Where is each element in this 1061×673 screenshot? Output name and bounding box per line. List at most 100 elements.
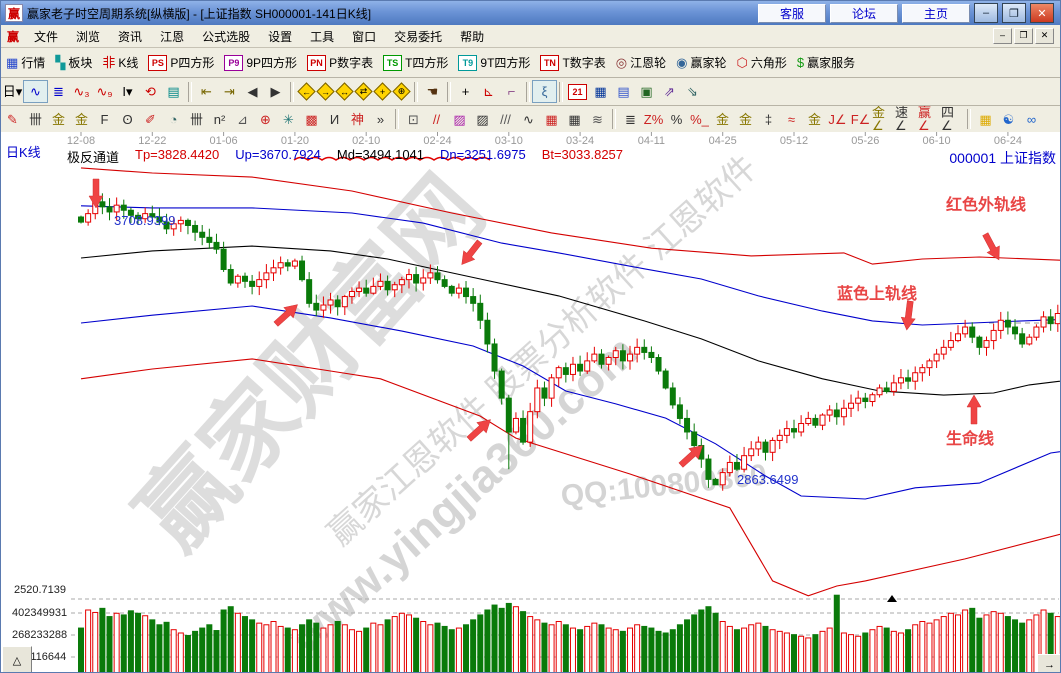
price-scale-icon[interactable]: ≣ [619,109,642,130]
speed-angle-icon[interactable]: 速∠ [895,109,918,130]
calendar-icon[interactable]: 21 [566,81,589,102]
spider-web-icon[interactable]: ▩ [300,109,323,130]
crosshair-icon[interactable]: + [454,81,477,102]
info-panel-icon[interactable]: ≣ [47,81,70,102]
maximize-button[interactable]: ❐ [1002,3,1026,23]
diamond-compress-icon[interactable]: ⇄ [354,82,373,101]
hand-drag-icon[interactable]: ☚ [421,81,444,102]
menu-item-公式选股[interactable]: 公式选股 [193,28,259,46]
diamond-scroll-left-icon[interactable]: ← [297,82,316,101]
four-angle-icon[interactable]: 四∠ [941,109,964,130]
winner-wheel-icon[interactable]: ◉赢家轮 [671,52,731,73]
menu-item-资讯[interactable]: 资讯 [109,28,151,46]
candle-style-dropdown[interactable]: I▾ [116,81,139,102]
mdi-restore-button[interactable]: ❐ [1014,28,1033,44]
wave-9-icon[interactable]: ∿₉ [93,81,116,102]
gold-comb2-icon[interactable]: 金 [70,109,93,130]
menu-item-帮助[interactable]: 帮助 [451,28,493,46]
gann-wheel-icon[interactable]: ◎江恩轮 [611,52,671,73]
sector-blocks-icon[interactable]: ▚板块 [50,52,97,73]
winner-service-icon[interactable]: $赢家服务 [792,52,860,73]
first-page-icon[interactable]: ⇤ [195,81,218,102]
percent-zone-icon[interactable]: Z% [642,109,665,130]
fan-grid2-icon[interactable]: ▨ [471,109,494,130]
zigzag-chart-icon[interactable]: ∿ [24,81,47,102]
more-tools-chevron[interactable]: » [369,109,392,130]
ninet-square-icon[interactable]: T99T四方形 [453,52,535,73]
hexagon-icon[interactable]: ⬡六角形 [732,52,792,73]
quotes-table-icon[interactable]: ▦行情 [1,52,50,73]
target-cross-icon[interactable]: ⊕ [254,109,277,130]
slant-lines-icon[interactable]: ≋ [586,109,609,130]
brain-analysis-icon[interactable]: ξ [533,81,556,102]
close-button[interactable]: ✕ [1030,3,1054,23]
angle-tool-icon[interactable]: ⊾ [477,81,500,102]
gold-lines-icon[interactable]: 金 [734,109,757,130]
t-number-table-icon[interactable]: TNT数字表 [535,52,610,73]
wave-3-icon[interactable]: ∿₃ [70,81,93,102]
wave-tool-icon[interactable]: ≈ [780,109,803,130]
fibo-comb-icon[interactable]: F [93,109,116,130]
scroll-right-button[interactable]: → [1037,654,1061,673]
starburst-icon[interactable]: ✳ [277,109,300,130]
zigzag-tool-icon[interactable]: ∿ [517,109,540,130]
percent-icon[interactable]: % [665,109,688,130]
menu-item-文件[interactable]: 文件 [25,28,67,46]
taiji-icon[interactable]: ☯ [997,109,1020,130]
gold-angle-icon[interactable]: 金∠ [872,109,895,130]
kline-period-dropdown[interactable]: 日▾ [1,81,24,102]
prev-page-icon[interactable]: ◀ [241,81,264,102]
menu-item-交易委托[interactable]: 交易委托 [385,28,451,46]
menu-item-浏览[interactable]: 浏览 [67,28,109,46]
t-square-icon[interactable]: TST四方形 [378,52,453,73]
kline-compare-icon[interactable]: И [323,109,346,130]
gann-comb-icon[interactable]: 卌 [24,109,47,130]
n-square-icon[interactable]: n² [208,109,231,130]
volume-panel-icon[interactable]: ▤ [162,81,185,102]
pennant-icon[interactable]: ⊿ [231,109,254,130]
grid-dark-icon[interactable]: ▦ [563,109,586,130]
export-image-icon[interactable]: ⇗ [658,81,681,102]
forum-button[interactable]: 论坛 [830,4,898,23]
homepage-button[interactable]: 主页 [902,4,970,23]
gold-comb-icon[interactable]: 金 [47,109,70,130]
god-tool-icon[interactable]: 神 [346,109,369,130]
last-page-icon[interactable]: ⇥ [218,81,241,102]
mdi-close-button[interactable]: ✕ [1035,28,1054,44]
plain-comb-icon[interactable]: 卌 [185,109,208,130]
f-angle-icon[interactable]: F∠ [849,109,872,130]
diamond-expand-h-icon[interactable]: ↔ [335,82,354,101]
calculator-icon[interactable]: ▦ [589,81,612,102]
menu-item-设置[interactable]: 设置 [259,28,301,46]
ninep-square-icon[interactable]: P99P四方形 [219,52,302,73]
color-grid-icon[interactable]: ▦ [974,109,997,130]
cycle-circle-icon[interactable]: ◔ [162,109,185,130]
export-data-icon[interactable]: ⇘ [681,81,704,102]
gold-underline-icon[interactable]: 金 [803,109,826,130]
notebook-icon[interactable]: ▤ [612,81,635,102]
gold-circle-icon[interactable]: 金 [711,109,734,130]
menu-item-江恩[interactable]: 江恩 [151,28,193,46]
parallel-lines-icon[interactable]: /// [494,109,517,130]
brush-tool-icon[interactable]: ✎ [1,109,24,130]
p-number-table-icon[interactable]: PNP数字表 [302,52,378,73]
scroll-left-button[interactable]: △ [2,646,32,673]
menu-item-窗口[interactable]: 窗口 [343,28,385,46]
pen-line-icon[interactable]: ‡ [757,109,780,130]
menu-item-工具[interactable]: 工具 [301,28,343,46]
next-page-icon[interactable]: ▶ [264,81,287,102]
diamond-zoom-all-icon[interactable]: ⊕ [392,82,411,101]
save-icon[interactable]: ▣ [635,81,658,102]
box-measure-icon[interactable]: ⊡ [402,109,425,130]
minimize-button[interactable]: – [974,3,998,23]
spiral-tool-icon[interactable]: ʘ [116,109,139,130]
j-angle-icon[interactable]: J∠ [826,109,849,130]
fan-grid-icon[interactable]: ▨ [448,109,471,130]
customer-service-button[interactable]: 客服 [758,4,826,23]
restore-kline-icon[interactable]: ⟲ [139,81,162,102]
infinity-icon[interactable]: ∞ [1020,109,1043,130]
kline-icon[interactable]: 非K线 [97,52,143,73]
grid-red-icon[interactable]: ▦ [540,109,563,130]
mdi-minimize-button[interactable]: – [993,28,1012,44]
diamond-scroll-right-icon[interactable]: → [316,82,335,101]
